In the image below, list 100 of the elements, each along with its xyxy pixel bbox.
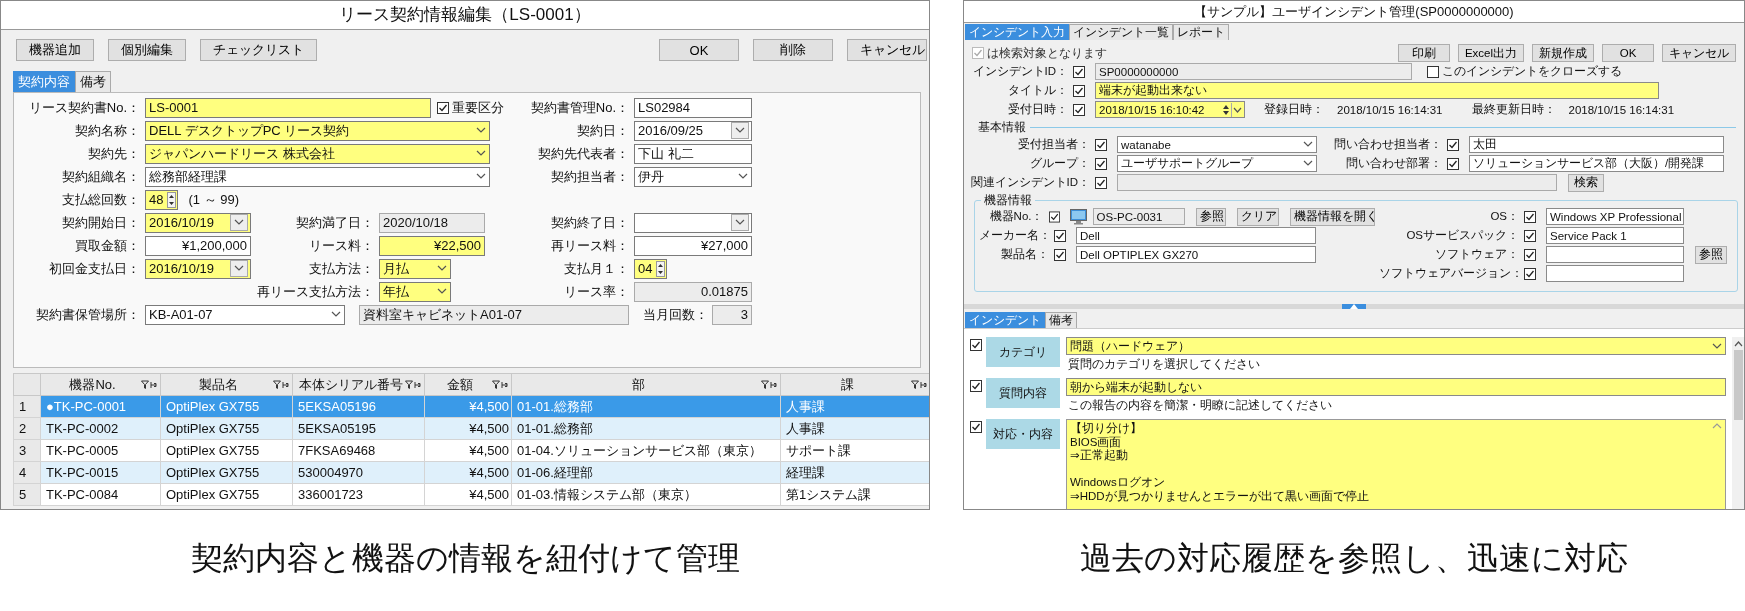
input-field[interactable]: 2016/10/19	[145, 258, 251, 279]
input-field[interactable]: Service Pack 1	[1546, 227, 1684, 244]
column-header[interactable]: 製品名	[160, 373, 293, 396]
input-field[interactable]: 2016/09/25	[634, 120, 752, 141]
input-field: 3	[712, 304, 752, 325]
input-field[interactable]: ジャパンハードリース 株式会社	[145, 143, 490, 164]
table-row[interactable]: 3 TK-PC-0005 OptiPlex GX755 7FKSA69468 ¥4,500 01-04.ソリューションサービス部（東京） サポート課	[13, 439, 929, 462]
toolbar-button[interactable]: 新規作成	[1532, 44, 1594, 62]
browse-button[interactable]: 参照	[1695, 245, 1727, 264]
dropdown-button[interactable]	[230, 260, 248, 277]
input-field[interactable]: ¥22,500	[379, 235, 485, 256]
toolbar-button[interactable]: OK	[1602, 44, 1654, 62]
checkbox[interactable]	[1447, 157, 1459, 170]
checkbox[interactable]	[1054, 248, 1066, 261]
dropdown-button[interactable]	[731, 122, 749, 139]
input-field[interactable]: 年払	[379, 281, 451, 302]
checkbox[interactable]	[1048, 210, 1060, 223]
tab[interactable]: 備考	[75, 71, 111, 92]
dialog-button[interactable]: 削除	[753, 39, 833, 61]
dropdown-button[interactable]	[731, 214, 749, 231]
input-field[interactable]: 48	[145, 189, 179, 210]
table-row[interactable]: 5 TK-PC-0084 OptiPlex GX755 336001723 ¥4,500 01-03.情報システム部（東京） 第1システム課	[13, 483, 929, 506]
input-field[interactable]: 下山 礼二	[634, 143, 752, 164]
checkbox[interactable]	[1054, 229, 1066, 242]
column-header[interactable]: 金額	[424, 373, 512, 396]
toolbar-button[interactable]: 印刷	[1397, 44, 1450, 62]
input-field[interactable]	[1546, 265, 1684, 282]
dialog-button[interactable]: OK	[659, 39, 739, 61]
dialog-button[interactable]: キャンセル	[847, 39, 927, 61]
input-field[interactable]	[634, 212, 752, 233]
checkbox[interactable]	[437, 101, 449, 114]
input-field[interactable]	[1117, 174, 1557, 191]
tab[interactable]: 備考	[1045, 312, 1077, 328]
toolbar-button[interactable]: 機器追加	[16, 39, 94, 61]
row-number: 2	[13, 417, 41, 440]
input-field[interactable]: 2018/10/15 16:10:42	[1095, 101, 1245, 118]
search-button[interactable]: 検索	[1568, 173, 1604, 192]
toolbar-button[interactable]: 個別編集	[108, 39, 186, 61]
table-row[interactable]: 2 TK-PC-0002 OptiPlex GX755 5EKSA05195 ¥4,500 01-01.総務部 人事課	[13, 417, 929, 440]
field-label: カテゴリ	[986, 337, 1060, 367]
input-field[interactable]: 2016/10/19	[145, 212, 251, 233]
dropdown-field[interactable]: 問題（ハードウェア）	[1066, 337, 1726, 355]
checkbox[interactable]	[970, 421, 982, 433]
checkbox[interactable]	[970, 339, 982, 351]
checkbox[interactable]	[1524, 210, 1536, 223]
action-button[interactable]: 機器情報を開く	[1289, 207, 1375, 226]
input-field[interactable]: 総務部経理課	[145, 166, 490, 187]
toolbar-button[interactable]: チェックリスト	[200, 39, 317, 61]
input-field[interactable]: SP0000000000	[1095, 63, 1412, 80]
table-row[interactable]: 1 ●TK-PC-0001 OptiPlex GX755 5EKSA05196 ¥4,500 01-01.総務部 人事課	[13, 395, 929, 418]
column-header[interactable]: 機器No.	[40, 373, 161, 396]
input-field[interactable]: LS02984	[634, 97, 752, 118]
toolbar-button[interactable]: Excel出力	[1457, 44, 1524, 62]
input-field[interactable]	[1546, 246, 1684, 263]
action-button[interactable]: クリア	[1237, 207, 1279, 226]
caret-icon	[476, 173, 486, 180]
input-field[interactable]: 月払	[379, 258, 451, 279]
checkbox[interactable]	[1073, 65, 1085, 78]
action-button[interactable]: 参照	[1196, 207, 1227, 226]
checkbox[interactable]	[970, 380, 982, 392]
checkbox[interactable]	[1095, 176, 1107, 189]
input-field[interactable]: LS-0001	[145, 97, 431, 118]
dropdown-field[interactable]: ユーザサポートグループ	[1117, 155, 1317, 172]
input-field[interactable]: ¥1,200,000	[145, 235, 251, 256]
input-field[interactable]: 朝から端末が起動しない	[1066, 378, 1726, 396]
input-field[interactable]: 太田	[1469, 136, 1724, 153]
checkbox[interactable]	[1524, 248, 1536, 261]
input-field[interactable]: Dell	[1076, 227, 1316, 244]
dropdown-button[interactable]	[230, 214, 248, 231]
input-field[interactable]: ¥27,000	[634, 235, 752, 256]
splitter-handle[interactable]	[1342, 304, 1366, 309]
tab[interactable]: インシデント一覧	[1069, 24, 1173, 40]
checkbox[interactable]	[1095, 138, 1107, 151]
column-header[interactable]: 本体シリアル番号	[292, 373, 425, 396]
input-field[interactable]: DELL デスクトップPC リース契約	[145, 120, 490, 141]
checkbox[interactable]	[1073, 84, 1085, 97]
input-field[interactable]: KB-A01-07	[145, 304, 345, 325]
dropdown-field[interactable]: watanabe	[1117, 136, 1317, 153]
checkbox[interactable]	[1524, 267, 1536, 280]
tab[interactable]: レポート	[1173, 24, 1229, 40]
table-row[interactable]: 4 TK-PC-0015 OptiPlex GX755 530004970 ¥4,500 01-06.経理部 経理課	[13, 461, 929, 484]
column-header[interactable]: 課	[780, 373, 929, 396]
checkbox[interactable]	[1073, 103, 1085, 116]
input-field[interactable]: OS-PC-0031	[1092, 208, 1186, 225]
input-field[interactable]: Windows XP Professional	[1546, 208, 1684, 225]
input-field[interactable]: 端末が起動出来ない	[1095, 82, 1659, 99]
checkbox[interactable]	[1524, 229, 1536, 242]
scroll-thumb[interactable]	[1733, 350, 1743, 420]
input-field[interactable]: Dell OPTIPLEX GX270	[1076, 246, 1316, 263]
checkbox[interactable]	[1095, 157, 1107, 170]
column-header[interactable]: 部	[511, 373, 781, 396]
scrollbar[interactable]	[1732, 337, 1744, 509]
checkbox[interactable]	[1447, 138, 1459, 151]
toolbar-button[interactable]: キャンセル	[1662, 44, 1736, 62]
checkbox[interactable]	[1427, 65, 1439, 78]
text-area[interactable]: 【切り分け】 BIOS画面 ⇒正常起動 Windowsログオン ⇒HDDが見つかりませんとエラーが出て黒い画面で停止	[1066, 419, 1726, 509]
input-field: 資料室キャビネットA01-07	[359, 304, 629, 325]
input-field[interactable]: 伊丹	[634, 166, 752, 187]
input-field[interactable]: 04	[634, 258, 668, 279]
input-field[interactable]: ソリューションサービス部（大阪）/開発課	[1469, 155, 1724, 172]
